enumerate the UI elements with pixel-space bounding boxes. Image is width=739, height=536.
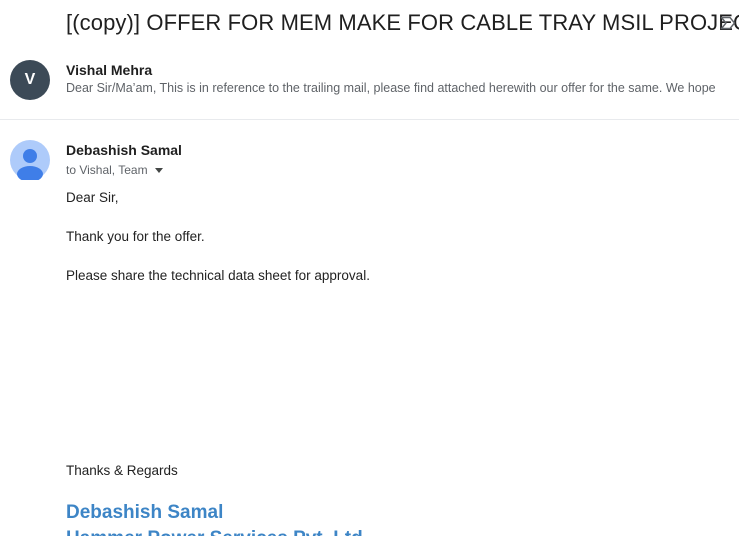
sender-name: Debashish Samal [66,142,182,158]
message-collapsed-vishal[interactable]: V Vishal Mehra Dear Sir/Ma’am, This is i… [0,55,739,120]
signature-name: Debashish Samal [66,502,224,523]
default-person-icon [10,140,50,180]
sender-name: Vishal Mehra [66,62,153,78]
message-line: Please share the technical data sheet fo… [66,268,370,283]
recipients-line[interactable]: to Vishal, Team [66,163,163,177]
message-line: Thank you for the offer. [66,229,205,244]
email-thread-view: [(copy)] OFFER FOR MEM MAKE FOR CABLE TR… [0,0,739,536]
message-closing: Thanks & Regards [66,463,178,478]
message-snippet: Dear Sir/Ma’am, This is in reference to … [66,81,716,95]
show-details-chevron-icon[interactable] [154,167,163,173]
important-marker-icon[interactable] [720,16,736,30]
thread-subject: [(copy)] OFFER FOR MEM MAKE FOR CABLE TR… [66,10,739,35]
recipients-text: to Vishal, Team [66,163,148,177]
message-greeting: Dear Sir, [66,190,119,205]
signature-company: Hammer Power Services Pvt. Ltd. [66,528,368,536]
avatar: V [10,60,50,100]
signature-company-clip: Hammer Power Services Pvt. Ltd. [66,528,426,536]
message-expanded-debashish: Debashish Samal to Vishal, Team Dear Sir… [0,120,739,536]
